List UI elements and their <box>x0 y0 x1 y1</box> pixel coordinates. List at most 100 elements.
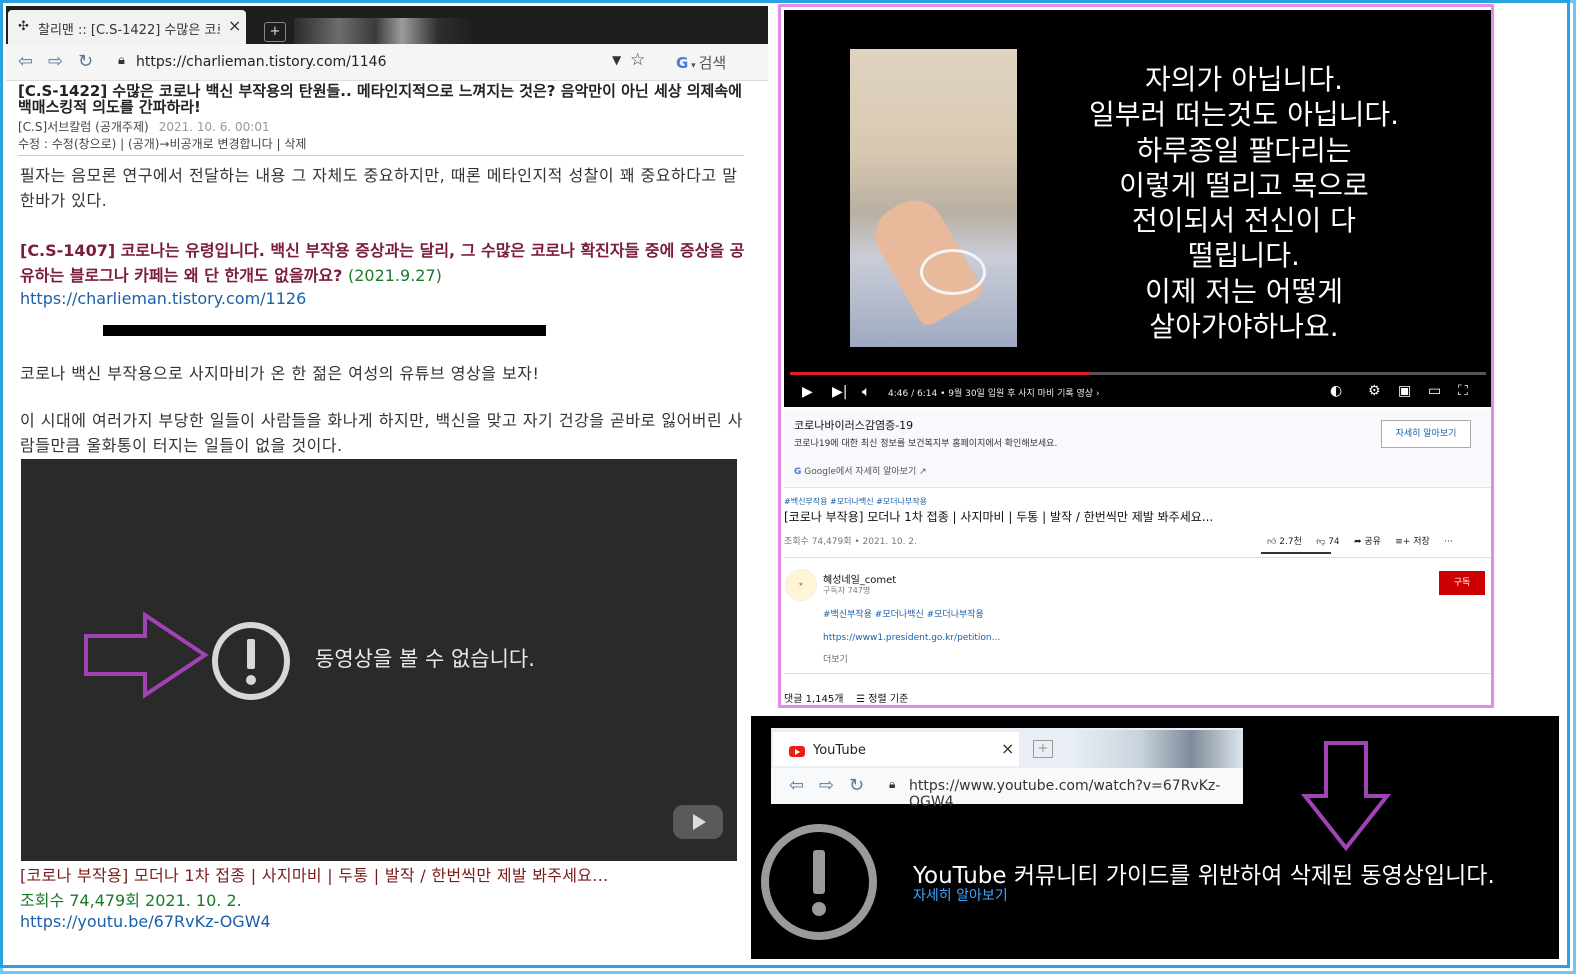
miniplayer-icon[interactable]: ▣ <box>1398 383 1411 399</box>
volume-icon[interactable]: 🔈︎ <box>862 384 870 400</box>
sort-icon: ☰ <box>856 694 866 705</box>
youtube-player[interactable]: 자의가 아닙니다. 일부러 떠는것도 아닙니다. 하루종일 팔다리는 이렇게 떨… <box>784 10 1491 407</box>
arrow-right-icon <box>84 611 209 699</box>
divider <box>784 557 1491 558</box>
close-icon[interactable]: × <box>1001 739 1014 758</box>
youtube-capture-panel: 자의가 아닙니다. 일부러 떠는것도 아닙니다. 하루종일 팔다리는 이렇게 떨… <box>778 4 1494 708</box>
post-title[interactable]: [C.S-1422] 수많은 코로나 백신 부작용의 탄원들.. 메타인지적으로… <box>18 83 748 115</box>
share-label: 공유 <box>1364 537 1381 547</box>
youtube-url-field[interactable]: https://www.youtube.com/watch?v=67RvKz-O… <box>909 778 1243 810</box>
youtube-browser-chrome: YouTube × + ⇦ ⇨ ↻ 🔒︎ https://www.youtube… <box>771 728 1243 810</box>
sort-label: 정렬 기준 <box>868 694 909 705</box>
youtube-address-bar: ⇦ ⇨ ↻ 🔒︎ https://www.youtube.com/watch?v… <box>771 768 1243 810</box>
paragraph-video-intro: 코로나 백신 부작용으로 사지마비가 온 한 젊은 여성의 유튜브 영상을 보자… <box>20 364 540 383</box>
post-category[interactable]: [C.S]서브칼럼 (공개주제) <box>18 120 149 134</box>
like-count: 2.7천 <box>1279 537 1302 547</box>
blurred-tabs-region <box>1071 730 1243 768</box>
new-tab-icon[interactable]: + <box>1033 740 1053 758</box>
close-icon[interactable]: × <box>228 16 241 35</box>
more-icon[interactable]: ··· <box>1444 537 1453 547</box>
learn-more-button[interactable]: 자세히 알아보기 <box>1381 420 1471 448</box>
show-more-button[interactable]: 더보기 <box>823 652 848 665</box>
left-browser-tab[interactable]: ✣ 찰리맨 :: [C.S-1422] 수많은 코로나 × <box>8 10 246 44</box>
like-button[interactable]: 👍︎ 2.7천 <box>1267 537 1302 547</box>
paragraph-intro: 필자는 음모론 연구에서 전달하는 내용 그 자체도 중요하지만, 때론 메타인… <box>20 166 738 210</box>
comment-header: 댓글 1,145개 ☰ 정렬 기준 <box>784 690 908 705</box>
thumbs-down-icon: 👎︎ <box>1316 537 1326 547</box>
subscribe-button[interactable]: 구독 <box>1439 571 1485 595</box>
sort-button[interactable]: ☰ 정렬 기준 <box>856 694 908 705</box>
search-placeholder: 검색 <box>698 54 727 72</box>
left-tab-bar: ✣ 찰리맨 :: [C.S-1422] 수많은 코로나 × + <box>6 6 768 48</box>
post-edit-links[interactable]: 수정 : 수정(창으로) | (공개)→비공개로 변경합니다 | 삭제 <box>18 135 306 152</box>
favicon-play-triangle <box>795 749 800 755</box>
hospital-hand-image <box>850 49 1017 347</box>
youtube-favicon-icon <box>789 746 805 757</box>
reload-icon[interactable]: ↻ <box>849 775 864 796</box>
chapter-title[interactable]: • 9월 30일 입원 후 사지 마비 기록 영상 › <box>940 389 1099 399</box>
subtitle-line: 전이되서 전신이 다 <box>1132 204 1356 238</box>
description-link[interactable]: https://www1.president.go.kr/petition... <box>823 633 1000 643</box>
dropdown-icon[interactable]: ▼ <box>612 53 621 67</box>
youtube-browser-tab[interactable]: YouTube × <box>773 732 1019 766</box>
save-label: 저장 <box>1413 537 1430 547</box>
lock-icon: 🔒︎ <box>118 53 125 68</box>
post-meta: [C.S]서브칼럼 (공개주제) 2021. 10. 6. 00:01 <box>18 118 270 135</box>
autoplay-toggle-icon[interactable]: ◐ <box>1330 383 1342 399</box>
info-subtitle: 코로나19에 대한 최신 정보를 보건복지부 홈페이지에서 확인해보세요. <box>794 439 1058 449</box>
paragraph-commentary: 이 시대에 여러가지 부당한 일들이 사람들을 화나게 하지만, 백신을 맞고 … <box>20 411 744 455</box>
progress-bar[interactable] <box>790 372 1486 375</box>
forward-arrow-icon[interactable]: ⇨ <box>819 775 834 796</box>
info-title: 코로나바이러스감염증-19 <box>794 419 914 432</box>
action-bar: 👍︎ 2.7천 👎︎ 74 ➦ 공유 ≡+ 저장 ··· <box>1267 534 1453 547</box>
deleted-video-panel: YouTube × + ⇦ ⇨ ↻ 🔒︎ https://www.youtube… <box>751 716 1559 959</box>
divider <box>784 673 1491 674</box>
youtube-logo-icon[interactable] <box>673 805 723 839</box>
avatar[interactable]: ★ <box>785 569 817 601</box>
subtitle-line: 이렇게 떨리고 목으로 <box>1119 168 1369 202</box>
back-arrow-icon[interactable]: ⇦ <box>789 775 804 796</box>
google-icon: G <box>794 467 802 477</box>
playlist-add-icon: ≡+ <box>1395 537 1411 547</box>
time-display: 4:46 / 6:14 • 9월 30일 입원 후 사지 마비 기록 영상 › <box>888 386 1100 399</box>
video-caption-views: 조회수 74,479회 2021. 10. 2. <box>20 891 242 910</box>
bookmark-star-icon[interactable]: ☆ <box>630 50 645 70</box>
video-caption-link[interactable]: https://youtu.be/67RvKz-OGW4 <box>20 912 271 931</box>
paragraph-referenced-post: [C.S-1407] 코로나는 유령입니다. 백신 부작용 증상과는 달리, 그… <box>20 238 746 288</box>
arrow-down-icon <box>1301 741 1392 852</box>
google-icon: G <box>676 54 689 72</box>
play-icon[interactable]: ▶ <box>802 384 813 400</box>
external-link-icon: ↗ <box>919 467 927 477</box>
description-hashtags[interactable]: #백신부작용 #모더나백신 #모더나부작용 <box>823 607 984 620</box>
video-caption-title: [코로나 부작용] 모더나 1차 접종 | 사지마비 | 두통 | 발작 / 한… <box>20 866 609 885</box>
divider <box>18 155 744 156</box>
gear-icon[interactable]: ⚙ <box>1368 383 1381 399</box>
reload-icon[interactable]: ↻ <box>78 51 93 72</box>
embedded-video-unavailable[interactable]: 동영상을 볼 수 없습니다. <box>21 459 737 861</box>
dislike-count: 74 <box>1328 537 1340 547</box>
post-date: 2021. 10. 6. 00:01 <box>158 120 270 134</box>
url-field[interactable]: https://charlieman.tistory.com/1146 <box>136 54 387 70</box>
like-underline <box>1261 552 1331 554</box>
back-arrow-icon[interactable]: ⇦ <box>18 51 33 72</box>
forward-arrow-icon[interactable]: ⇨ <box>48 51 63 72</box>
channel-name[interactable]: 혜성네일_comet <box>823 571 896 586</box>
learn-more-link[interactable]: 자세히 알아보기 <box>913 885 1008 905</box>
warning-icon <box>212 622 290 700</box>
google-learn-more-text: Google에서 자세히 알아보기 <box>804 467 917 477</box>
fullscreen-icon[interactable]: ⛶ <box>1458 383 1468 399</box>
google-learn-more[interactable]: G Google에서 자세히 알아보기 ↗ <box>794 464 927 477</box>
subscriber-count: 구독자 747명 <box>823 586 871 595</box>
save-button[interactable]: ≡+ 저장 <box>1395 537 1430 547</box>
video-unavailable-message: 동영상을 볼 수 없습니다. <box>315 647 535 671</box>
referenced-post-link[interactable]: https://charlieman.tistory.com/1126 <box>20 289 306 308</box>
search-field[interactable]: G ▾ 검색 <box>676 52 726 73</box>
next-icon[interactable]: ▶| <box>832 384 847 400</box>
dislike-button[interactable]: 👎︎ 74 <box>1316 537 1339 547</box>
hashtags[interactable]: #백신부작용 #모더나백신 #모더나부작용 <box>784 496 927 507</box>
theater-icon[interactable]: ▭ <box>1428 383 1441 399</box>
share-button[interactable]: ➦ 공유 <box>1354 537 1381 547</box>
left-address-bar: ⇦ ⇨ ↻ 🔒︎ https://charlieman.tistory.com/… <box>6 44 768 81</box>
new-tab-icon[interactable]: + <box>264 22 286 42</box>
lock-icon: 🔒︎ <box>889 777 896 791</box>
